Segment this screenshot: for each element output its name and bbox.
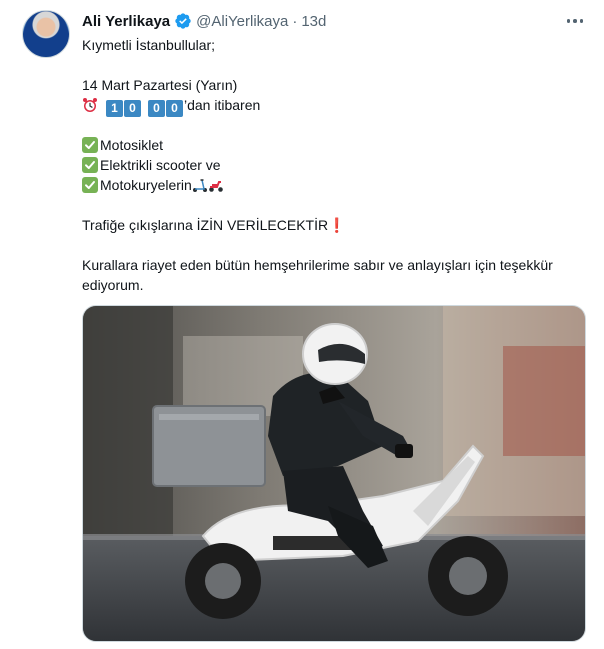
keycap-digit: 0 xyxy=(166,100,183,117)
announcement-text: Trafiğe çıkışlarına İZİN VERİLECEKTİR xyxy=(82,217,329,233)
tweet[interactable]: Ali Yerlikaya @AliYerlikaya · 13d Kıymet… xyxy=(0,0,604,649)
kick-scooter-icon xyxy=(192,177,208,193)
time-suffix: ’dan itibaren xyxy=(184,97,261,113)
list-item-label: Elektrikli scooter ve xyxy=(100,157,221,173)
author-name[interactable]: Ali Yerlikaya xyxy=(82,13,170,30)
date-line: 14 Mart Pazartesi (Yarın) xyxy=(82,77,238,93)
author-avatar[interactable] xyxy=(22,10,70,58)
time-line: 1 0 0 0’dan itibaren xyxy=(82,95,592,117)
thanks-line-end: ediyorum. xyxy=(82,277,144,293)
keycap-digit: 0 xyxy=(124,100,141,117)
check-mark-button-icon xyxy=(82,157,98,173)
keycap-digit: 0 xyxy=(148,100,165,117)
greeting-line: Kıymetli İstanbullular; xyxy=(82,37,216,53)
list-item: Motosiklet xyxy=(82,135,592,155)
thanks-line: Kurallara riayet eden bütün hemşehrileri… xyxy=(82,257,553,273)
check-mark-button-icon xyxy=(82,177,98,193)
list-item: Motokuryelerin xyxy=(82,175,592,195)
red-exclamation-icon: ❗ xyxy=(328,217,346,233)
motor-scooter-icon xyxy=(208,177,224,193)
tweet-text: Kıymetli İstanbullular; 14 Mart Pazartes… xyxy=(82,35,592,295)
header-separator: · xyxy=(292,12,298,30)
author-handle[interactable]: @AliYerlikaya xyxy=(196,13,288,30)
keycap-digit: 1 xyxy=(106,100,123,117)
list-item-label: Motosiklet xyxy=(100,137,164,153)
tweet-photo[interactable] xyxy=(82,305,586,642)
more-options-icon[interactable] xyxy=(564,12,586,30)
alarm-clock-icon xyxy=(82,97,98,113)
list-item-label: Motokuryelerin xyxy=(100,177,192,193)
verified-badge-icon xyxy=(174,12,192,30)
announcement-line: Trafiğe çıkışlarına İZİN VERİLECEKTİR❗ xyxy=(82,215,592,235)
tweet-header: Ali Yerlikaya @AliYerlikaya · 13d xyxy=(82,10,326,32)
list-item: Elektrikli scooter ve xyxy=(82,155,592,175)
check-mark-button-icon xyxy=(82,137,98,153)
tweet-timestamp[interactable]: 13d xyxy=(301,13,326,30)
